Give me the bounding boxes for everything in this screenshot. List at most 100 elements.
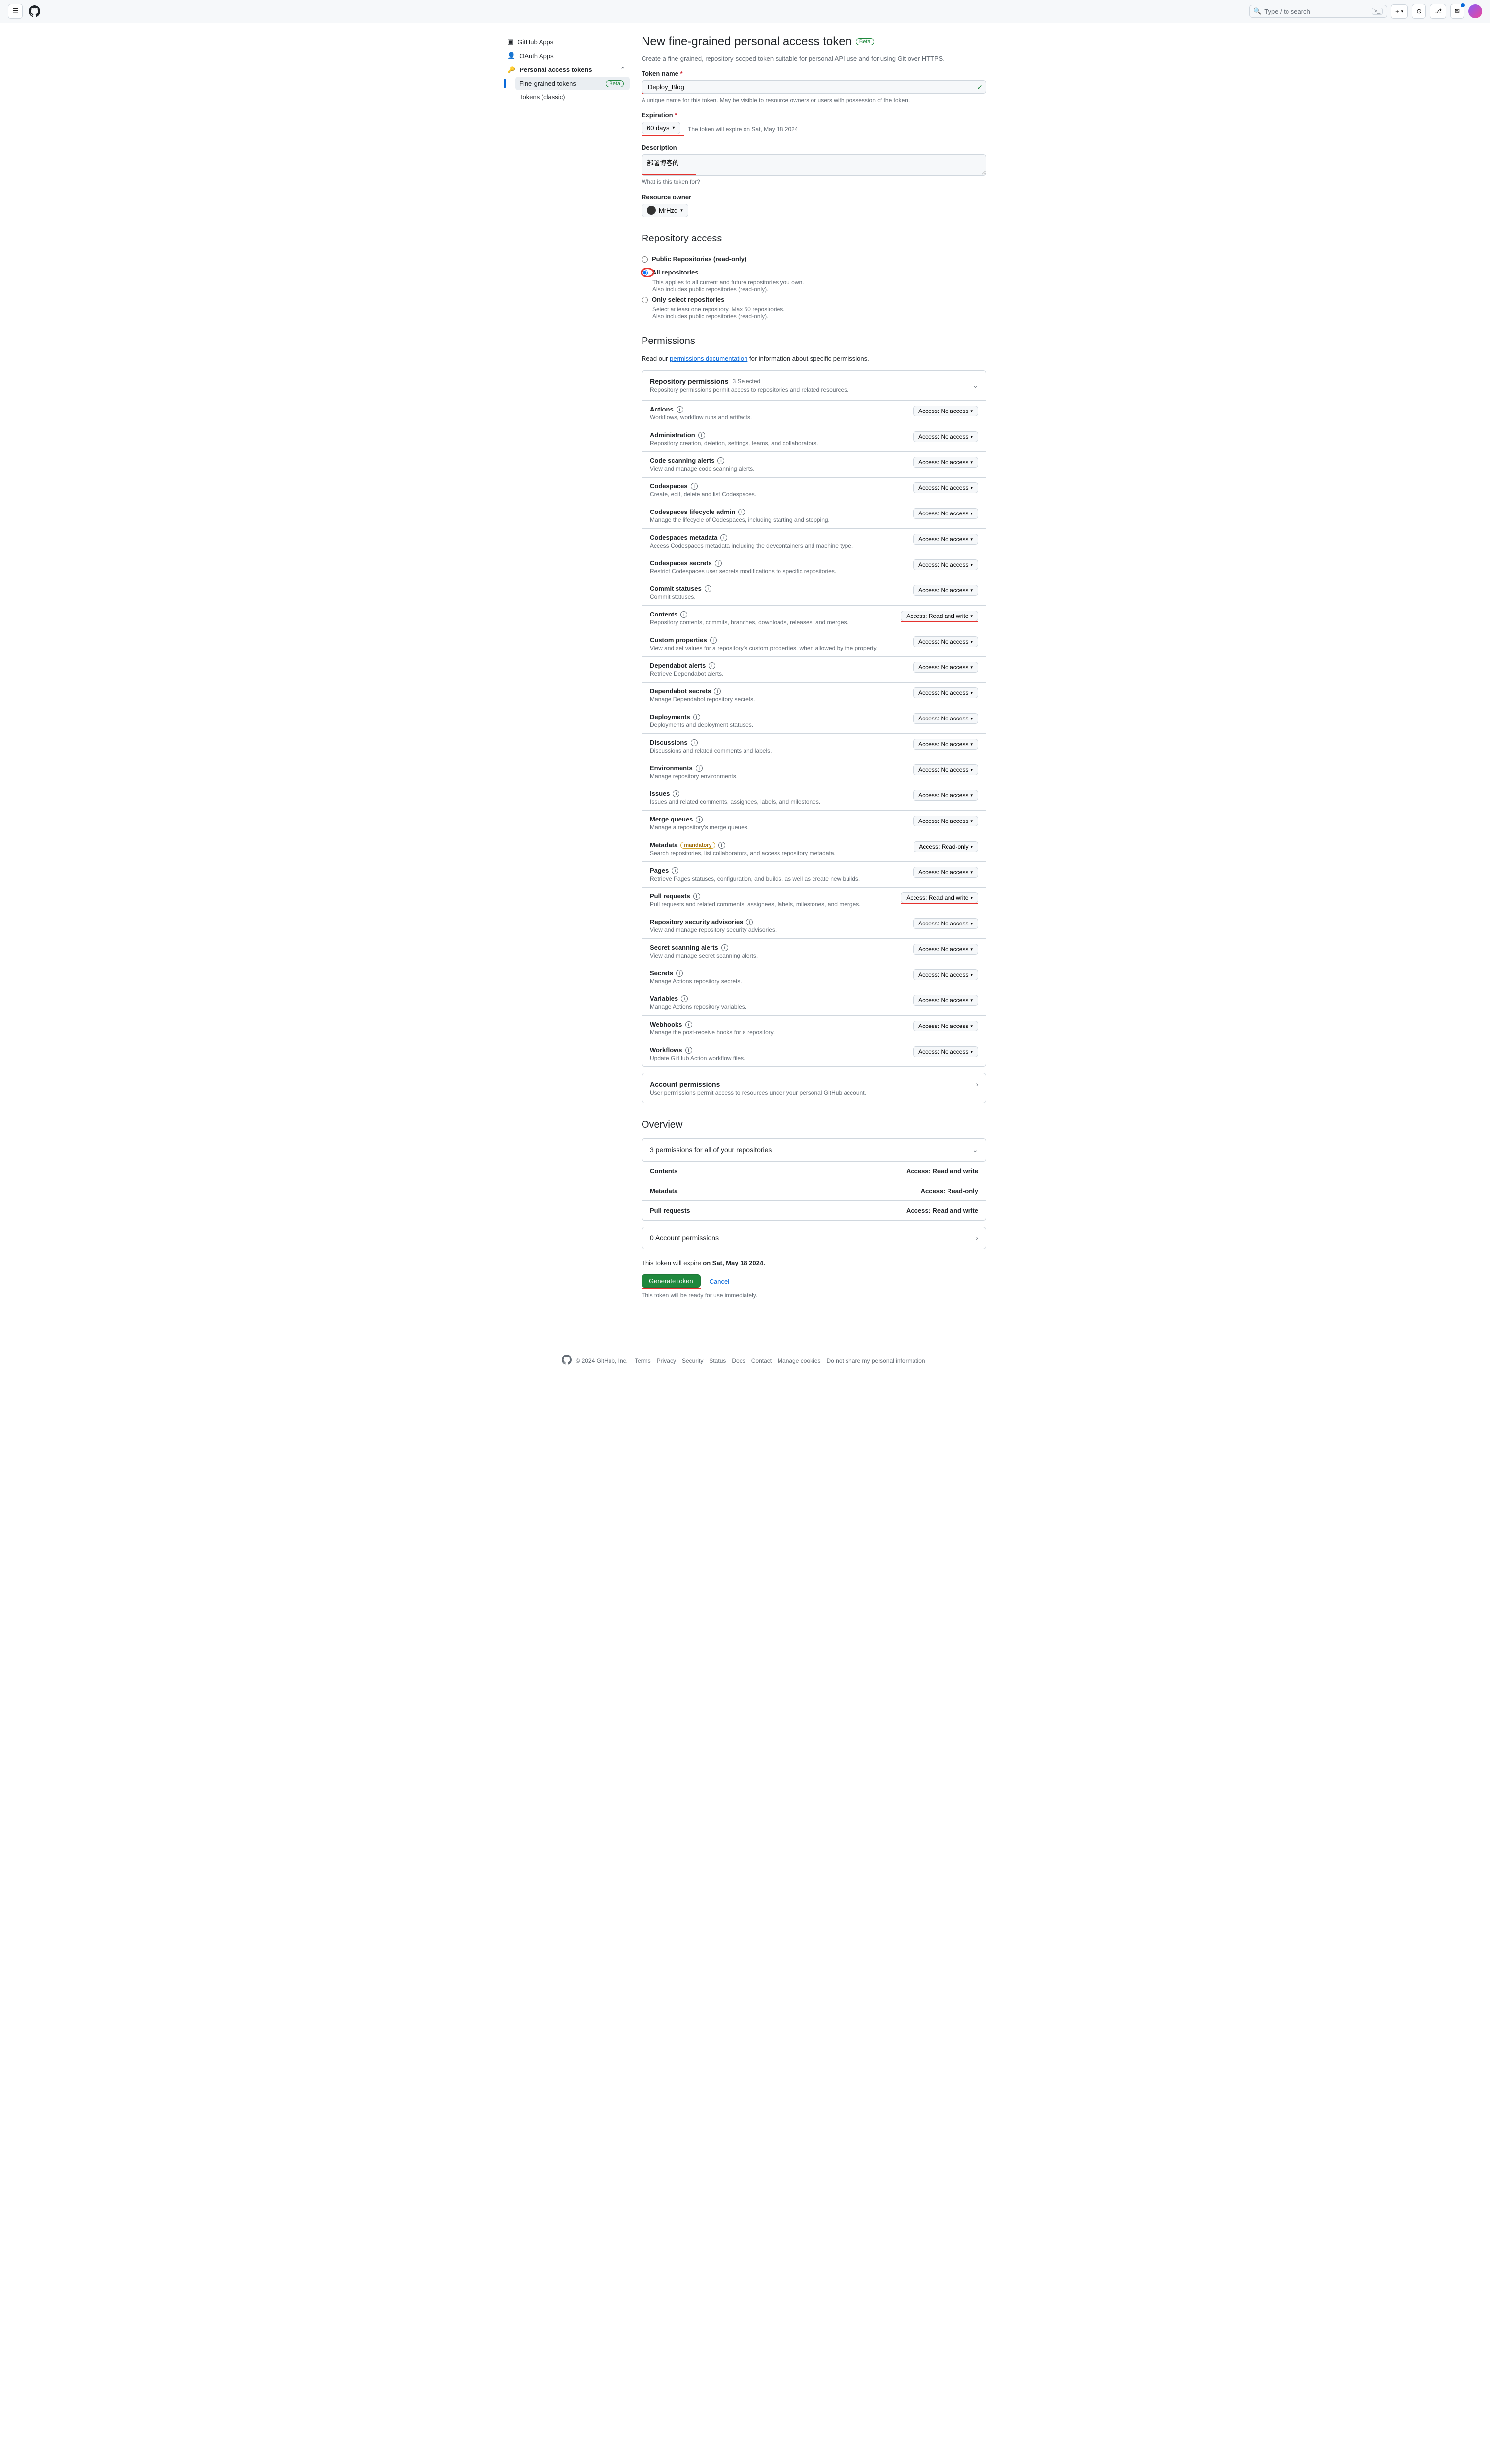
access-select-0[interactable]: Access: No access <box>913 406 978 416</box>
access-select-17[interactable]: Access: Read-only <box>914 841 978 852</box>
access-select-11[interactable]: Access: No access <box>913 687 978 698</box>
cancel-link[interactable]: Cancel <box>705 1275 734 1288</box>
perm-row-24: Webhooksi Manage the post-receive hooks … <box>642 1015 986 1041</box>
perm-row-12: Deploymentsi Deployments and deployment … <box>642 708 986 733</box>
key-icon: 🔑 <box>508 66 515 74</box>
info-icon[interactable]: i <box>715 560 722 567</box>
access-select-8[interactable]: Access: Read and write <box>901 611 978 621</box>
overview-permissions-summary[interactable]: 3 permissions for all of your repositori… <box>642 1138 986 1162</box>
info-icon[interactable]: i <box>718 842 725 849</box>
sidebar-sub-classic[interactable]: Tokens (classic) <box>515 90 630 103</box>
access-select-24[interactable]: Access: No access <box>913 1021 978 1031</box>
generate-token-button[interactable]: Generate token <box>642 1274 701 1288</box>
access-select-7[interactable]: Access: No access <box>913 585 978 596</box>
info-icon[interactable]: i <box>691 739 698 746</box>
owner-select[interactable]: MrHzq▾ <box>642 204 688 217</box>
info-icon[interactable]: i <box>738 509 745 515</box>
perm-row-0: Actionsi Workflows, workflow runs and ar… <box>642 400 986 426</box>
pull-requests-button[interactable]: ⎇ <box>1430 4 1446 19</box>
info-icon[interactable]: i <box>705 585 711 592</box>
sidebar-item-oauth-apps[interactable]: 👤OAuth Apps <box>504 49 630 63</box>
token-name-input[interactable] <box>642 80 986 94</box>
footer-link-4[interactable]: Docs <box>729 1357 748 1364</box>
sidebar-sub-fine-grained[interactable]: Fine-grained tokensBeta <box>515 77 630 90</box>
access-select-14[interactable]: Access: No access <box>913 764 978 775</box>
repo-opt-2[interactable]: Only select repositories <box>642 293 986 306</box>
account-permissions-count[interactable]: 0 Account permissions › <box>642 1227 986 1249</box>
access-select-10[interactable]: Access: No access <box>913 662 978 673</box>
access-select-20[interactable]: Access: No access <box>913 918 978 929</box>
user-avatar[interactable] <box>1468 4 1482 18</box>
footer-link-2[interactable]: Security <box>679 1357 706 1364</box>
perm-row-23: Variablesi Manage Actions repository var… <box>642 990 986 1015</box>
info-icon[interactable]: i <box>696 765 703 772</box>
hamburger-menu[interactable]: ☰ <box>8 4 23 19</box>
sidebar-item-github-apps[interactable]: ▣GitHub Apps <box>504 35 630 49</box>
info-icon[interactable]: i <box>696 816 703 823</box>
info-icon[interactable]: i <box>691 483 698 490</box>
footer-link-7[interactable]: Do not share my personal information <box>823 1357 928 1364</box>
search-input[interactable]: 🔍 Type / to search >_ <box>1249 5 1387 18</box>
permissions-doc-link[interactable]: permissions documentation <box>670 355 747 362</box>
create-new-button[interactable]: + ▾ <box>1391 4 1408 19</box>
info-icon[interactable]: i <box>685 1021 692 1028</box>
info-icon[interactable]: i <box>720 534 727 541</box>
access-select-12[interactable]: Access: No access <box>913 713 978 724</box>
ready-note: This token will be ready for use immedia… <box>642 1292 986 1299</box>
info-icon[interactable]: i <box>710 637 717 644</box>
footer-link-0[interactable]: Terms <box>632 1357 654 1364</box>
info-icon[interactable]: i <box>673 790 679 797</box>
issues-button[interactable]: ⊙ <box>1412 4 1426 19</box>
access-select-16[interactable]: Access: No access <box>913 816 978 826</box>
info-icon[interactable]: i <box>746 919 753 925</box>
access-select-13[interactable]: Access: No access <box>913 739 978 750</box>
repo-radio-0[interactable] <box>642 256 648 263</box>
github-logo[interactable] <box>29 5 40 17</box>
info-icon[interactable]: i <box>680 611 687 618</box>
command-palette-shortcut: >_ <box>1372 8 1383 15</box>
account-permissions-header[interactable]: Account permissions User permissions per… <box>642 1073 986 1103</box>
notifications-button[interactable]: ✉ <box>1450 4 1464 19</box>
access-select-9[interactable]: Access: No access <box>913 636 978 647</box>
footer-link-3[interactable]: Status <box>706 1357 729 1364</box>
footer-link-5[interactable]: Contact <box>748 1357 775 1364</box>
access-select-25[interactable]: Access: No access <box>913 1046 978 1057</box>
info-icon[interactable]: i <box>698 432 705 439</box>
description-input[interactable]: 部署博客的 <box>642 154 986 176</box>
info-icon[interactable]: i <box>717 457 724 464</box>
access-select-6[interactable]: Access: No access <box>913 559 978 570</box>
repo-radio-2[interactable] <box>642 297 648 303</box>
mandatory-badge: mandatory <box>680 842 715 849</box>
info-icon[interactable]: i <box>685 1047 692 1054</box>
info-icon[interactable]: i <box>721 944 728 951</box>
access-select-1[interactable]: Access: No access <box>913 431 978 442</box>
access-select-15[interactable]: Access: No access <box>913 790 978 801</box>
sidebar-item-personal-tokens[interactable]: 🔑Personal access tokens⌃ <box>504 63 630 77</box>
access-select-19[interactable]: Access: Read and write <box>901 892 978 903</box>
access-select-22[interactable]: Access: No access <box>913 969 978 980</box>
perm-row-1: Administrationi Repository creation, del… <box>642 426 986 451</box>
access-select-18[interactable]: Access: No access <box>913 867 978 878</box>
info-icon[interactable]: i <box>681 995 688 1002</box>
repo-permissions-header[interactable]: Repository permissions3 Selected Reposit… <box>642 371 986 400</box>
info-icon[interactable]: i <box>672 867 678 874</box>
access-select-4[interactable]: Access: No access <box>913 508 978 519</box>
repo-opt-1[interactable]: All repositories <box>642 266 986 279</box>
footer-link-6[interactable]: Manage cookies <box>775 1357 823 1364</box>
info-icon[interactable]: i <box>693 893 700 900</box>
info-icon[interactable]: i <box>709 662 715 669</box>
access-select-3[interactable]: Access: No access <box>913 482 978 493</box>
repo-opt-0[interactable]: Public Repositories (read-only) <box>642 252 986 266</box>
info-icon[interactable]: i <box>714 688 721 695</box>
info-icon[interactable]: i <box>676 970 683 977</box>
access-select-5[interactable]: Access: No access <box>913 534 978 545</box>
info-icon[interactable]: i <box>677 406 683 413</box>
access-select-21[interactable]: Access: No access <box>913 944 978 955</box>
repo-radio-1[interactable] <box>642 270 648 276</box>
footer-link-1[interactable]: Privacy <box>654 1357 679 1364</box>
info-icon[interactable]: i <box>693 714 700 720</box>
perm-row-4: Codespaces lifecycle admini Manage the l… <box>642 503 986 528</box>
access-select-23[interactable]: Access: No access <box>913 995 978 1006</box>
access-select-2[interactable]: Access: No access <box>913 457 978 468</box>
expiration-select[interactable]: 60 days <box>642 122 680 134</box>
